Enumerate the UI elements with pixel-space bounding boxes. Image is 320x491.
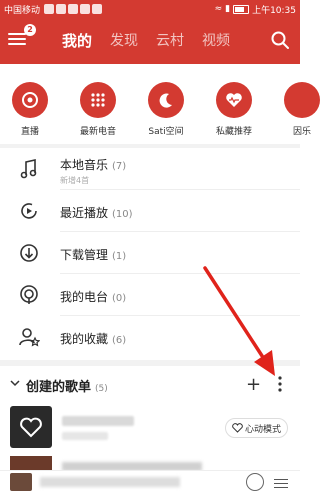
favorite-user-icon — [19, 328, 40, 347]
library-item-label: 本地音乐 — [60, 158, 109, 172]
notification-icon — [44, 4, 55, 14]
notification-icon — [68, 4, 79, 14]
notification-icon — [56, 4, 67, 14]
partial-icon — [284, 82, 320, 118]
quick-action-partial[interactable]: 因乐 — [272, 82, 320, 137]
signal-icon: ▮ — [225, 4, 231, 14]
library-item-label: 最近播放 — [60, 206, 109, 220]
library-item-title: 下载管理 (1) — [60, 246, 126, 263]
mini-player[interactable] — [0, 470, 300, 491]
heart-icon — [20, 417, 42, 438]
library-item-favorites[interactable]: 我的收藏 (6) — [0, 316, 300, 358]
quick-action-label: Sati空间 — [148, 127, 184, 137]
quick-action-live[interactable]: 直播 — [0, 82, 60, 137]
notification-icon — [80, 4, 91, 14]
now-playing-title-blurred — [40, 477, 180, 487]
library-item-recent[interactable]: 最近播放 (10) — [0, 190, 300, 232]
tab-village[interactable]: 云村 — [156, 30, 184, 51]
playlist-meta-blurred — [62, 432, 108, 440]
add-playlist-button[interactable]: + — [246, 374, 261, 395]
library-item-count: (1) — [112, 251, 127, 262]
menu-badge: 2 — [24, 24, 36, 36]
library-item-title: 我的电台 (0) — [60, 288, 126, 305]
library-item-label: 我的收藏 — [60, 332, 109, 346]
music-note-icon — [20, 159, 37, 179]
notification-icons — [44, 4, 103, 14]
menu-icon[interactable] — [8, 30, 26, 48]
equalizer-grid-icon — [80, 82, 116, 118]
library-item-label: 我的电台 — [60, 290, 109, 304]
clock-label: 上午10:35 — [252, 5, 296, 16]
section-title: 创建的歌单 (5) — [26, 376, 108, 395]
tab-discover[interactable]: 发现 — [110, 30, 138, 51]
carrier-label: 中国移动 — [4, 5, 41, 16]
podcast-icon — [20, 285, 38, 304]
radio-icon — [12, 82, 48, 118]
heart-wave-icon — [216, 82, 252, 118]
quick-action-edm[interactable]: 最新电音 — [68, 82, 128, 137]
more-vertical-icon[interactable] — [278, 376, 282, 392]
library-item-radio[interactable]: 我的电台 (0) — [0, 274, 300, 316]
library-item-count: (6) — [112, 335, 127, 346]
heart-mode-label: 心动模式 — [244, 424, 281, 435]
library-item-count: (0) — [112, 293, 127, 304]
playlist-cover — [10, 406, 52, 448]
tab-video[interactable]: 视频 — [202, 30, 230, 51]
created-playlists-header[interactable]: 创建的歌单 (5) + — [0, 366, 300, 402]
quick-action-private[interactable]: 私藏推荐 — [204, 82, 264, 137]
status-bar: 中国移动 ≈ ▮ 上午10:35 — [0, 0, 300, 18]
recent-play-icon — [21, 203, 37, 219]
download-icon — [20, 244, 38, 262]
play-button[interactable] — [246, 473, 264, 491]
quick-action-label: 私藏推荐 — [215, 127, 252, 137]
library-item-subtitle: 新增4首 — [60, 176, 90, 185]
quick-action-label: 因乐 — [292, 127, 311, 137]
tab-mine[interactable]: 我的 — [62, 30, 92, 51]
library-item-label: 下载管理 — [60, 248, 109, 262]
chevron-down-icon[interactable] — [10, 378, 20, 388]
quick-actions: 直播 最新电音 Sati空间 私藏推荐 因乐 — [0, 64, 320, 144]
library-item-downloads[interactable]: 下载管理 (1) — [0, 232, 300, 274]
quick-action-sati[interactable]: Sati空间 — [136, 82, 196, 137]
quick-action-label: 最新电音 — [79, 127, 116, 137]
playlist-queue-icon[interactable] — [274, 476, 288, 488]
playlist-title-blurred — [62, 416, 134, 426]
library-item-title: 我的收藏 (6) — [60, 330, 126, 347]
heart-mode-icon — [232, 423, 243, 433]
battery-icon — [233, 4, 250, 14]
now-playing-cover — [10, 473, 32, 491]
wifi-icon: ≈ — [214, 4, 223, 14]
section-title-label: 创建的歌单 — [26, 380, 92, 395]
library-item-count: (10) — [112, 209, 133, 220]
section-count: (5) — [95, 384, 108, 394]
quick-action-label: 直播 — [20, 127, 39, 137]
library-item-local-music[interactable]: 本地音乐 (7) 新增4首 — [0, 148, 300, 190]
main-tabs: 我的 发现 云村 视频 — [62, 30, 230, 51]
library-item-count: (7) — [112, 161, 127, 172]
top-bar: 2 我的 发现 云村 视频 — [0, 18, 300, 64]
notification-icon — [92, 4, 103, 14]
library-item-title: 本地音乐 (7) — [60, 156, 126, 173]
playlist-item[interactable]: 心动模式 — [0, 402, 300, 452]
library-item-title: 最近播放 (10) — [60, 204, 133, 221]
heart-mode-button[interactable]: 心动模式 — [224, 418, 288, 438]
moon-icon — [148, 82, 184, 118]
search-icon[interactable] — [270, 30, 290, 50]
